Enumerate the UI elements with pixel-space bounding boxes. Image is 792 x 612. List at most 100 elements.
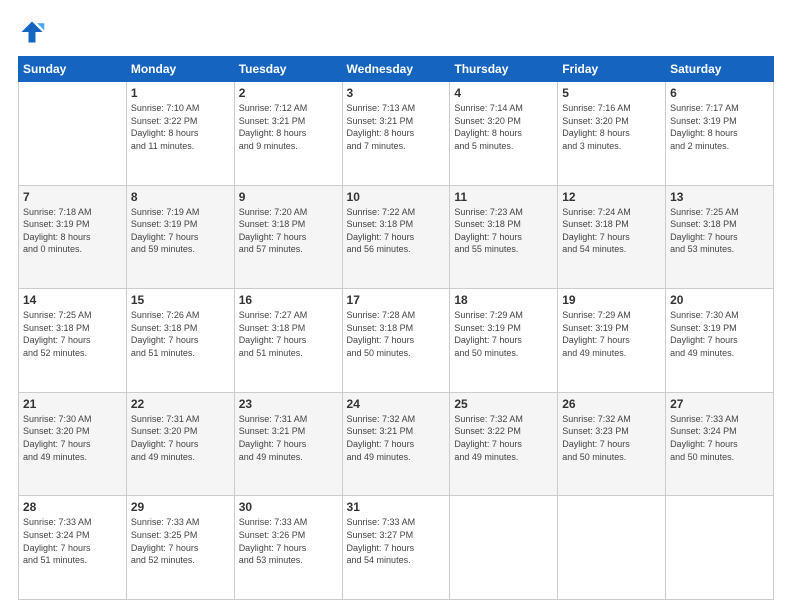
calendar-header-thursday: Thursday — [450, 57, 558, 82]
day-number: 2 — [239, 86, 338, 100]
calendar-cell: 7 Sunrise: 7:18 AM Sunset: 3:19 PM Daylig… — [19, 185, 127, 289]
day-info: Sunrise: 7:33 AM Sunset: 3:25 PM Dayligh… — [131, 516, 230, 566]
day-number: 26 — [562, 397, 661, 411]
day-number: 7 — [23, 190, 122, 204]
day-number: 6 — [670, 86, 769, 100]
day-info: Sunrise: 7:32 AM Sunset: 3:22 PM Dayligh… — [454, 413, 553, 463]
day-number: 23 — [239, 397, 338, 411]
calendar-cell — [450, 496, 558, 600]
calendar-cell: 11 Sunrise: 7:23 AM Sunset: 3:18 PM Dayli… — [450, 185, 558, 289]
day-info: Sunrise: 7:29 AM Sunset: 3:19 PM Dayligh… — [562, 309, 661, 359]
day-number: 30 — [239, 500, 338, 514]
day-number: 28 — [23, 500, 122, 514]
calendar-cell: 15 Sunrise: 7:26 AM Sunset: 3:18 PM Dayli… — [126, 289, 234, 393]
calendar-cell: 17 Sunrise: 7:28 AM Sunset: 3:18 PM Dayli… — [342, 289, 450, 393]
calendar-cell: 6 Sunrise: 7:17 AM Sunset: 3:19 PM Daylig… — [666, 82, 774, 186]
day-number: 1 — [131, 86, 230, 100]
day-info: Sunrise: 7:29 AM Sunset: 3:19 PM Dayligh… — [454, 309, 553, 359]
day-number: 16 — [239, 293, 338, 307]
calendar-cell: 4 Sunrise: 7:14 AM Sunset: 3:20 PM Daylig… — [450, 82, 558, 186]
calendar-cell: 12Sunrise: 7:24 AM Sunset: 3:18 PM Dayli… — [558, 185, 666, 289]
calendar-cell: 1 Sunrise: 7:10 AM Sunset: 3:22 PM Daylig… — [126, 82, 234, 186]
calendar-cell — [666, 496, 774, 600]
day-info: Sunrise: 7:28 AM Sunset: 3:18 PM Dayligh… — [347, 309, 446, 359]
day-number: 11 — [454, 190, 553, 204]
calendar-header-tuesday: Tuesday — [234, 57, 342, 82]
day-number: 13 — [670, 190, 769, 204]
day-info: Sunrise: 7:16 AM Sunset: 3:20 PM Dayligh… — [562, 102, 661, 152]
day-info: Sunrise: 7:23 AM Sunset: 3:18 PM Dayligh… — [454, 206, 553, 256]
calendar-cell: 20 Sunrise: 7:30 AM Sunset: 3:19 PM Dayli… — [666, 289, 774, 393]
calendar-cell: 24 Sunrise: 7:32 AM Sunset: 3:21 PM Dayli… — [342, 392, 450, 496]
day-number: 8 — [131, 190, 230, 204]
day-info: Sunrise: 7:27 AM Sunset: 3:18 PM Dayligh… — [239, 309, 338, 359]
calendar-cell: 23 Sunrise: 7:31 AM Sunset: 3:21 PM Dayli… — [234, 392, 342, 496]
day-info: Sunrise: 7:32 AM Sunset: 3:23 PM Dayligh… — [562, 413, 661, 463]
day-info: Sunrise: 7:30 AM Sunset: 3:20 PM Dayligh… — [23, 413, 122, 463]
calendar-cell: 19Sunrise: 7:29 AM Sunset: 3:19 PM Dayli… — [558, 289, 666, 393]
calendar-cell: 31Sunrise: 7:33 AM Sunset: 3:27 PM Dayli… — [342, 496, 450, 600]
page: SundayMondayTuesdayWednesdayThursdayFrid… — [0, 0, 792, 612]
header — [18, 18, 774, 46]
day-info: Sunrise: 7:25 AM Sunset: 3:18 PM Dayligh… — [670, 206, 769, 256]
day-number: 3 — [347, 86, 446, 100]
day-info: Sunrise: 7:31 AM Sunset: 3:20 PM Dayligh… — [131, 413, 230, 463]
day-info: Sunrise: 7:31 AM Sunset: 3:21 PM Dayligh… — [239, 413, 338, 463]
day-info: Sunrise: 7:22 AM Sunset: 3:18 PM Dayligh… — [347, 206, 446, 256]
day-info: Sunrise: 7:14 AM Sunset: 3:20 PM Dayligh… — [454, 102, 553, 152]
day-number: 25 — [454, 397, 553, 411]
day-number: 29 — [131, 500, 230, 514]
calendar-week-5: 28Sunrise: 7:33 AM Sunset: 3:24 PM Dayli… — [19, 496, 774, 600]
day-info: Sunrise: 7:33 AM Sunset: 3:27 PM Dayligh… — [347, 516, 446, 566]
day-info: Sunrise: 7:33 AM Sunset: 3:24 PM Dayligh… — [670, 413, 769, 463]
calendar-cell: 27Sunrise: 7:33 AM Sunset: 3:24 PM Dayli… — [666, 392, 774, 496]
calendar-header-wednesday: Wednesday — [342, 57, 450, 82]
calendar-week-1: 1 Sunrise: 7:10 AM Sunset: 3:22 PM Daylig… — [19, 82, 774, 186]
day-info: Sunrise: 7:32 AM Sunset: 3:21 PM Dayligh… — [347, 413, 446, 463]
day-info: Sunrise: 7:19 AM Sunset: 3:19 PM Dayligh… — [131, 206, 230, 256]
day-number: 14 — [23, 293, 122, 307]
calendar-cell — [558, 496, 666, 600]
day-number: 17 — [347, 293, 446, 307]
logo-icon — [18, 18, 46, 46]
calendar-cell: 25 Sunrise: 7:32 AM Sunset: 3:22 PM Dayli… — [450, 392, 558, 496]
calendar-cell: 29 Sunrise: 7:33 AM Sunset: 3:25 PM Dayli… — [126, 496, 234, 600]
calendar-cell: 5Sunrise: 7:16 AM Sunset: 3:20 PM Daylig… — [558, 82, 666, 186]
day-info: Sunrise: 7:13 AM Sunset: 3:21 PM Dayligh… — [347, 102, 446, 152]
day-info: Sunrise: 7:33 AM Sunset: 3:26 PM Dayligh… — [239, 516, 338, 566]
calendar-cell: 3 Sunrise: 7:13 AM Sunset: 3:21 PM Daylig… — [342, 82, 450, 186]
logo — [18, 18, 50, 46]
day-info: Sunrise: 7:12 AM Sunset: 3:21 PM Dayligh… — [239, 102, 338, 152]
calendar-cell: 26 Sunrise: 7:32 AM Sunset: 3:23 PM Dayli… — [558, 392, 666, 496]
calendar-cell: 16 Sunrise: 7:27 AM Sunset: 3:18 PM Dayli… — [234, 289, 342, 393]
day-info: Sunrise: 7:26 AM Sunset: 3:18 PM Dayligh… — [131, 309, 230, 359]
calendar-cell: 9 Sunrise: 7:20 AM Sunset: 3:18 PM Daylig… — [234, 185, 342, 289]
calendar-header-sunday: Sunday — [19, 57, 127, 82]
day-info: Sunrise: 7:24 AM Sunset: 3:18 PM Dayligh… — [562, 206, 661, 256]
day-number: 4 — [454, 86, 553, 100]
day-number: 15 — [131, 293, 230, 307]
day-info: Sunrise: 7:30 AM Sunset: 3:19 PM Dayligh… — [670, 309, 769, 359]
day-info: Sunrise: 7:20 AM Sunset: 3:18 PM Dayligh… — [239, 206, 338, 256]
day-number: 10 — [347, 190, 446, 204]
day-number: 18 — [454, 293, 553, 307]
day-info: Sunrise: 7:18 AM Sunset: 3:19 PM Dayligh… — [23, 206, 122, 256]
calendar-cell: 13 Sunrise: 7:25 AM Sunset: 3:18 PM Dayli… — [666, 185, 774, 289]
calendar-table: SundayMondayTuesdayWednesdayThursdayFrid… — [18, 56, 774, 600]
calendar-cell: 28Sunrise: 7:33 AM Sunset: 3:24 PM Dayli… — [19, 496, 127, 600]
calendar-week-3: 14 Sunrise: 7:25 AM Sunset: 3:18 PM Dayli… — [19, 289, 774, 393]
calendar-cell: 21 Sunrise: 7:30 AM Sunset: 3:20 PM Dayli… — [19, 392, 127, 496]
day-number: 20 — [670, 293, 769, 307]
day-number: 24 — [347, 397, 446, 411]
day-info: Sunrise: 7:10 AM Sunset: 3:22 PM Dayligh… — [131, 102, 230, 152]
day-info: Sunrise: 7:25 AM Sunset: 3:18 PM Dayligh… — [23, 309, 122, 359]
day-number: 9 — [239, 190, 338, 204]
day-number: 21 — [23, 397, 122, 411]
calendar-cell: 14 Sunrise: 7:25 AM Sunset: 3:18 PM Dayli… — [19, 289, 127, 393]
day-info: Sunrise: 7:17 AM Sunset: 3:19 PM Dayligh… — [670, 102, 769, 152]
calendar-header-row: SundayMondayTuesdayWednesdayThursdayFrid… — [19, 57, 774, 82]
calendar-header-monday: Monday — [126, 57, 234, 82]
calendar-cell: 8 Sunrise: 7:19 AM Sunset: 3:19 PM Daylig… — [126, 185, 234, 289]
calendar-cell: 22Sunrise: 7:31 AM Sunset: 3:20 PM Dayli… — [126, 392, 234, 496]
calendar-header-saturday: Saturday — [666, 57, 774, 82]
